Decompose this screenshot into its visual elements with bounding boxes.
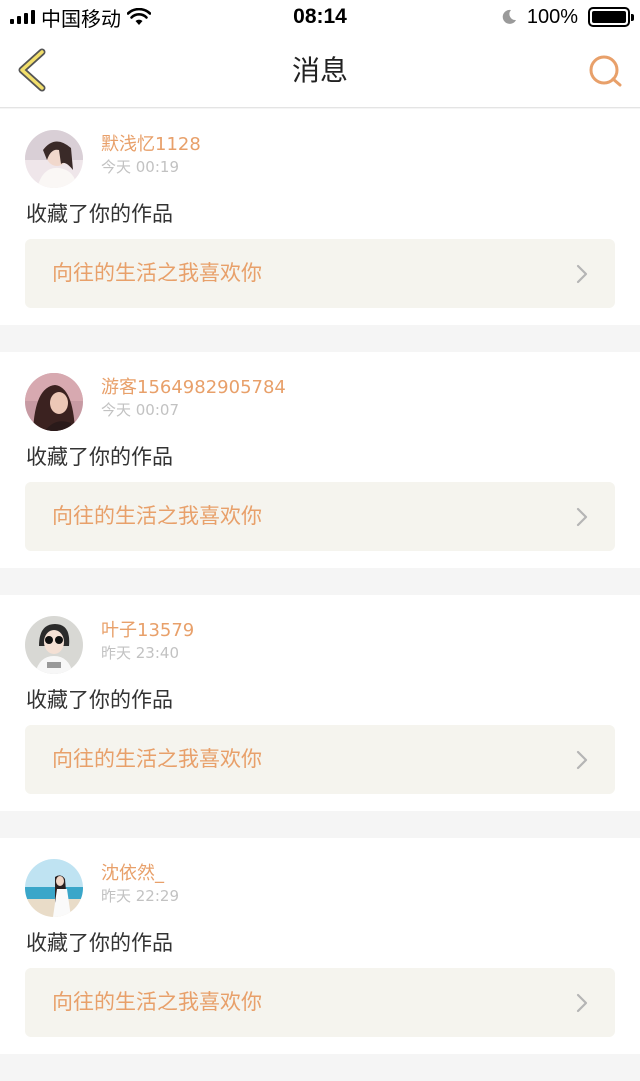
message-list: 默浅忆1128 今天 00:19 收藏了你的作品 向往的生活之我喜欢你 游客15…: [0, 109, 640, 1081]
battery-icon: [588, 7, 634, 27]
work-link[interactable]: 向往的生活之我喜欢你: [25, 239, 615, 308]
chevron-right-icon: [576, 507, 588, 527]
user-name[interactable]: 叶子13579: [101, 616, 194, 642]
message-action: 收藏了你的作品: [26, 445, 173, 469]
work-link[interactable]: 向往的生活之我喜欢你: [25, 482, 615, 551]
page-title: 消息: [291, 54, 348, 87]
user-name[interactable]: 沈依然_: [101, 859, 164, 885]
status-bar: 中国移动 08:14 100%: [0, 0, 640, 34]
search-icon: [589, 55, 622, 87]
message-time: 昨天 23:40: [101, 644, 179, 662]
status-right: 100%: [501, 4, 634, 30]
chevron-right-icon: [576, 750, 588, 770]
work-title: 向往的生活之我喜欢你: [52, 747, 262, 771]
message-card: 沈依然_ 昨天 22:29 收藏了你的作品 向往的生活之我喜欢你: [0, 838, 640, 1054]
battery-percent: 100%: [526, 5, 578, 28]
message-card: 叶子13579 昨天 23:40 收藏了你的作品 向往的生活之我喜欢你: [0, 595, 640, 811]
user-name[interactable]: 游客1564982905784: [101, 373, 286, 399]
work-title: 向往的生活之我喜欢你: [52, 990, 262, 1014]
user-name[interactable]: 默浅忆1128: [101, 130, 201, 156]
moon-icon: [502, 9, 516, 24]
message-action: 收藏了你的作品: [26, 202, 173, 226]
work-link[interactable]: 向往的生活之我喜欢你: [25, 725, 615, 794]
avatar[interactable]: [25, 373, 83, 431]
message-time: 今天 00:19: [101, 158, 179, 176]
nav-bar: 消息: [0, 34, 640, 108]
chevron-right-icon: [576, 264, 588, 284]
work-title: 向往的生活之我喜欢你: [52, 504, 262, 528]
search-button[interactable]: [586, 52, 626, 92]
work-link[interactable]: 向往的生活之我喜欢你: [25, 968, 615, 1037]
avatar[interactable]: [25, 616, 83, 674]
message-time: 昨天 22:29: [101, 887, 179, 905]
message-action: 收藏了你的作品: [26, 688, 173, 712]
message-time: 今天 00:07: [101, 401, 179, 419]
message-card: 默浅忆1128 今天 00:19 收藏了你的作品 向往的生活之我喜欢你: [0, 109, 640, 325]
avatar[interactable]: [25, 130, 83, 188]
avatar[interactable]: [25, 859, 83, 917]
message-action: 收藏了你的作品: [26, 931, 173, 955]
message-card: 游客1564982905784 今天 00:07 收藏了你的作品 向往的生活之我…: [0, 352, 640, 568]
work-title: 向往的生活之我喜欢你: [52, 261, 262, 285]
chevron-right-icon: [576, 993, 588, 1013]
